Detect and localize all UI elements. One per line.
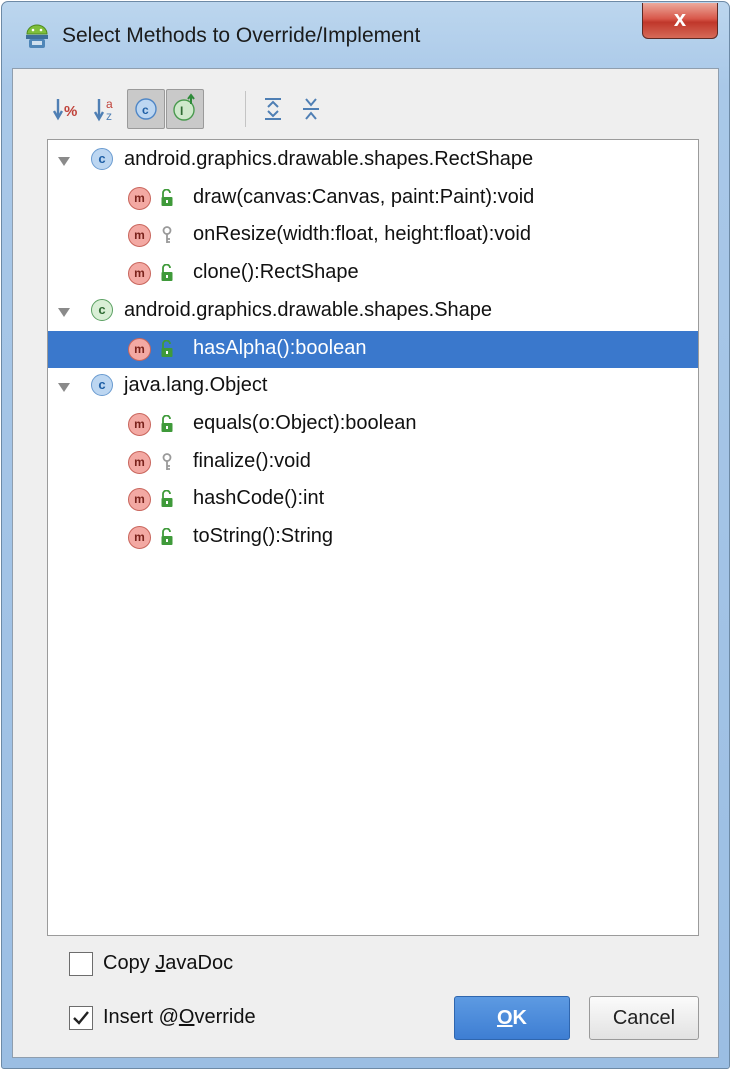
tree-class-row[interactable]: c android.graphics.drawable.shapes.RectSh… [48,142,698,179]
dialog-content: % a z c I c android.graphics.drawable.sh… [12,68,719,1058]
class-icon: c [91,148,113,170]
public-lock-icon [161,188,173,206]
class-name: java.lang.Object [124,374,268,397]
method-icon: m [128,412,151,436]
show-classes-button[interactable]: c [127,89,165,129]
method-icon: m [128,337,151,361]
class-name: android.graphics.drawable.shapes.Shape [124,298,493,321]
collapse-all-button[interactable] [292,89,330,129]
method-icon: m [128,186,151,210]
window-title: Select Methods to Override/Implement [62,24,421,47]
show-classes-icon: c [135,98,157,120]
svg-text:z: z [106,109,112,123]
sort-alphabetically-icon: a z [93,97,113,123]
tree-method-row[interactable]: m clone():RectShape [48,255,698,292]
toolbar-separator [245,91,246,127]
method-icon: m [128,450,151,474]
method-icon: m [128,262,151,286]
method-signature: finalize():void [193,449,311,472]
tree-method-row[interactable]: m draw(canvas:Canvas, paint:Paint):void [48,180,698,217]
method-signature: equals(o:Object):boolean [193,411,417,434]
public-lock-icon [161,528,173,545]
expand-all-button[interactable] [254,89,292,129]
method-icon: m [128,488,151,512]
protected-key-icon [162,452,172,470]
sort-by-percent-icon: % [52,99,77,121]
title-bar[interactable]: Select Methods to Override/Implement x [2,2,729,68]
tree-class-row[interactable]: c java.lang.Object [48,368,698,405]
tree-method-row[interactable]: m hasAlpha():boolean [48,330,698,368]
close-button[interactable]: x [642,3,718,39]
public-lock-icon [161,490,173,508]
cancel-button[interactable]: Cancel [589,996,699,1040]
tree-method-row[interactable]: m hashCode():int [48,481,698,518]
method-signature: toString():String [193,525,334,547]
checkmark-icon [73,1011,89,1025]
public-lock-icon [161,339,173,357]
android-studio-icon [26,24,48,48]
copy-javadoc-label: Copy JavaDoc [103,952,234,974]
show-interfaces-button[interactable]: I [166,89,204,129]
insert-override-label: Insert @Override [103,1006,256,1028]
expand-arrow-icon[interactable] [58,157,70,166]
ok-button[interactable]: OK [454,996,570,1040]
expand-arrow-icon[interactable] [58,307,70,317]
method-signature: hashCode():int [193,487,325,510]
method-signature: onResize(width:float, height:float):void [193,223,531,246]
method-tree[interactable]: c android.graphics.drawable.shapes.RectSh… [47,139,699,936]
expand-arrow-icon[interactable] [58,383,70,393]
tree-class-row[interactable]: c android.graphics.drawable.shapes.Shape [48,293,698,330]
public-lock-icon [161,414,173,432]
method-signature: hasAlpha():boolean [193,336,367,359]
svg-text:c: c [142,103,149,117]
protected-key-icon [162,226,172,244]
sort-by-percent-button[interactable]: % [51,89,89,129]
expand-all-icon [265,98,281,120]
class-name: android.graphics.drawable.shapes.RectSha… [124,148,534,170]
method-signature: clone():RectShape [193,261,359,284]
copy-javadoc-checkbox[interactable] [69,952,93,976]
tree-method-row[interactable]: m equals(o:Object):boolean [48,406,698,443]
tree-method-row[interactable]: m finalize():void [48,444,698,481]
svg-text:I: I [180,104,183,118]
insert-override-checkbox[interactable] [69,1006,93,1030]
public-lock-icon [161,264,173,282]
dialog-window: Select Methods to Override/Implement x %… [1,1,730,1069]
tree-method-row[interactable]: m onResize(width:float, height:float):voi… [48,217,698,254]
abstract-class-icon: c [91,298,113,321]
method-icon: m [128,224,151,248]
collapse-all-icon [303,98,319,120]
sort-alphabetically-button[interactable]: a z [89,89,127,129]
class-icon: c [91,374,113,397]
method-icon: m [128,526,151,549]
show-interfaces-icon: I [173,93,195,121]
tree-method-row[interactable]: m toString():String [48,519,698,556]
method-signature: draw(canvas:Canvas, paint:Paint):void [193,185,535,208]
svg-text:%: % [64,103,77,120]
